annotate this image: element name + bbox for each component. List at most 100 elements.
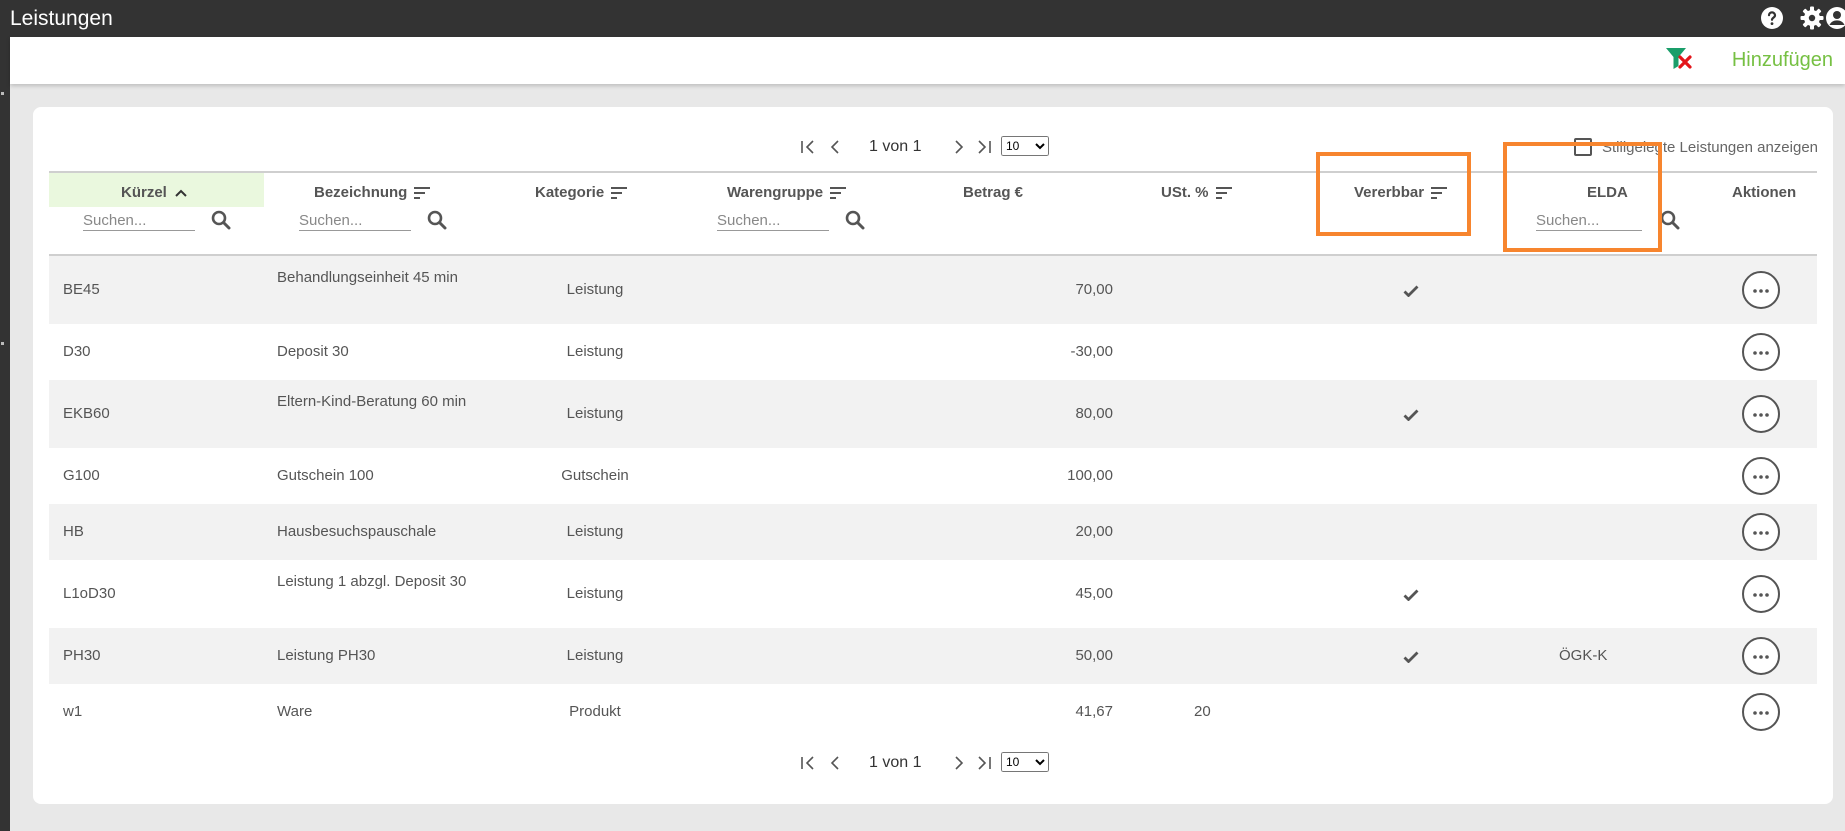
cell-code: L1oD30	[63, 585, 116, 602]
show-inactive-checkbox[interactable]	[1574, 138, 1592, 156]
column-header-actions: Aktionen	[1732, 184, 1797, 201]
row-actions-button[interactable]	[1742, 395, 1780, 433]
more-icon	[1753, 289, 1769, 293]
table-row[interactable]: EKB60 Eltern-Kind-Beratung 60 min Leistu…	[49, 380, 1817, 448]
cell-code: w1	[63, 703, 83, 720]
toolbar: Hinzufügen	[10, 37, 1845, 84]
search-input-code[interactable]	[83, 210, 195, 231]
cell-category: Leistung	[566, 647, 624, 664]
next-page-icon[interactable]	[949, 137, 969, 157]
sort-icon	[414, 187, 431, 200]
sort-icon	[1215, 187, 1232, 200]
column-header-category[interactable]: Kategorie	[535, 184, 628, 204]
sort-icon	[830, 187, 847, 200]
page-size-select[interactable]: 10	[1001, 752, 1049, 772]
row-actions-button[interactable]	[1742, 457, 1780, 495]
table-row[interactable]: w1 Ware Produkt 41,67 20	[49, 684, 1817, 740]
search-input-name[interactable]	[299, 210, 411, 231]
more-icon	[1753, 593, 1769, 597]
cell-name: Leistung 1 abzgl. Deposit 30	[277, 573, 467, 590]
row-actions-button[interactable]	[1742, 575, 1780, 613]
search-group	[717, 208, 877, 234]
cell-name: Eltern-Kind-Beratung 60 min	[277, 393, 467, 410]
cell-category: Leistung	[566, 343, 624, 360]
cell-category: Leistung	[566, 523, 624, 540]
row-actions-button[interactable]	[1742, 693, 1780, 731]
cell-category: Leistung	[566, 585, 624, 602]
user-icon[interactable]	[1825, 6, 1845, 30]
table-row[interactable]: D30 Deposit 30 Leistung -30,00	[49, 324, 1817, 380]
prev-page-icon[interactable]	[825, 753, 845, 773]
left-nav-strip[interactable]	[0, 37, 10, 831]
search-input-elda[interactable]	[1536, 210, 1642, 231]
search-input-group[interactable]	[717, 210, 829, 231]
search-name	[299, 208, 459, 234]
search-icon[interactable]	[1660, 210, 1680, 230]
first-page-icon[interactable]	[799, 753, 819, 773]
cell-name: Leistung PH30	[277, 647, 376, 664]
cell-category: Leistung	[566, 405, 624, 422]
prev-page-icon[interactable]	[825, 137, 845, 157]
cell-amount: 45,00	[1075, 585, 1113, 602]
cell-amount: 80,00	[1075, 405, 1113, 422]
search-icon[interactable]	[845, 210, 865, 230]
cell-name: Ware	[277, 703, 313, 720]
check-icon	[1403, 409, 1419, 421]
search-icon[interactable]	[211, 210, 231, 230]
row-actions-button[interactable]	[1742, 271, 1780, 309]
row-actions-button[interactable]	[1742, 513, 1780, 551]
page-size-select[interactable]: 10	[1001, 136, 1049, 156]
more-icon	[1753, 351, 1769, 355]
help-icon[interactable]	[1760, 6, 1784, 30]
add-button[interactable]: Hinzufügen	[1732, 49, 1833, 72]
row-actions-button[interactable]	[1742, 333, 1780, 371]
nav-marker	[1, 342, 4, 345]
cell-category: Gutschein	[561, 467, 629, 484]
cell-name: Deposit 30	[277, 343, 349, 360]
cell-code: PH30	[63, 647, 101, 664]
check-icon	[1403, 589, 1419, 601]
cell-code: G100	[63, 467, 100, 484]
more-icon	[1753, 413, 1769, 417]
cell-code: D30	[63, 343, 91, 360]
next-page-icon[interactable]	[949, 753, 969, 773]
show-inactive-label: Stillgelegte Leistungen anzeigen	[1602, 139, 1818, 156]
filter-clear-icon[interactable]	[1665, 45, 1695, 73]
app-header: Leistungen	[0, 0, 1845, 37]
cell-code: BE45	[63, 281, 100, 298]
table-row[interactable]: BE45 Behandlungseinheit 45 min Leistung …	[49, 256, 1817, 324]
cell-vat: 20	[1194, 703, 1211, 720]
cell-elda: ÖGK-K	[1559, 647, 1608, 664]
first-page-icon[interactable]	[799, 137, 819, 157]
more-icon	[1753, 531, 1769, 535]
row-actions-button[interactable]	[1742, 637, 1780, 675]
column-header-amount[interactable]: Betrag €	[963, 184, 1023, 204]
gear-icon[interactable]	[1800, 6, 1824, 30]
cell-category: Produkt	[569, 703, 621, 720]
last-page-icon[interactable]	[973, 137, 993, 157]
cell-amount: 70,00	[1075, 281, 1113, 298]
table-row[interactable]: L1oD30 Leistung 1 abzgl. Deposit 30 Leis…	[49, 560, 1817, 628]
cell-code: EKB60	[63, 405, 110, 422]
table-row[interactable]: HB Hausbesuchspauschale Leistung 20,00	[49, 504, 1817, 560]
table-row[interactable]: PH30 Leistung PH30 Leistung 50,00 ÖGK-K	[49, 628, 1817, 684]
table-row[interactable]: G100 Gutschein 100 Gutschein 100,00	[49, 448, 1817, 504]
sort-ascending-icon	[175, 189, 187, 197]
cell-amount: 50,00	[1075, 647, 1113, 664]
cell-amount: 100,00	[1067, 467, 1113, 484]
search-icon[interactable]	[427, 210, 447, 230]
last-page-icon[interactable]	[973, 753, 993, 773]
page-indicator: 1 von 1	[869, 754, 922, 771]
search-elda	[1536, 208, 1696, 234]
page-indicator: 1 von 1	[869, 138, 922, 155]
column-header-sellable[interactable]: Vererbbar	[1354, 184, 1448, 204]
services-table-card: 1 von 1 10 Stillgelegte Leistungen anzei…	[33, 107, 1833, 804]
column-header-code[interactable]: Kürzel	[121, 184, 189, 204]
column-header-vat[interactable]: USt. %	[1161, 184, 1233, 204]
column-header-group[interactable]: Warengruppe	[727, 184, 847, 204]
column-header-name[interactable]: Bezeichnung	[314, 184, 431, 204]
cell-amount: -30,00	[1070, 343, 1113, 360]
cell-amount: 41,67	[1075, 703, 1113, 720]
column-header-elda[interactable]: ELDA	[1587, 184, 1628, 204]
cell-name: Behandlungseinheit 45 min	[277, 269, 458, 286]
